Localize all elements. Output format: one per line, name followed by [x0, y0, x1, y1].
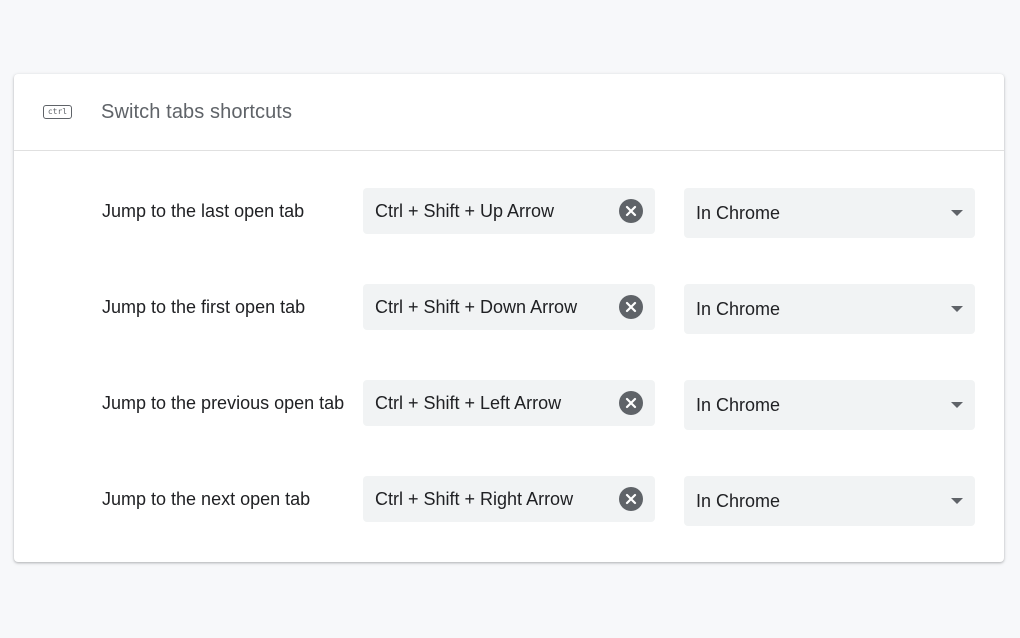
shortcut-keys: Ctrl + Shift + Left Arrow [375, 393, 562, 413]
shortcut-input[interactable]: Ctrl + Shift + Left Arrow [363, 380, 655, 426]
scope-dropdown[interactable]: In Chrome [684, 188, 975, 238]
shortcut-input[interactable]: Ctrl + Shift + Down Arrow [363, 284, 655, 330]
close-icon [625, 397, 637, 409]
shortcut-label: Jump to the next open tab [102, 489, 311, 509]
close-icon [625, 301, 637, 313]
shortcut-label: Jump to the last open tab [102, 201, 305, 221]
scope-dropdown[interactable]: In Chrome [684, 284, 975, 334]
scope-selected-value: In Chrome [696, 203, 781, 223]
chevron-down-icon [951, 402, 963, 408]
shortcut-label: Jump to the previous open tab [102, 393, 345, 413]
scope-selected-value: In Chrome [696, 491, 781, 511]
shortcut-keys: Ctrl + Shift + Right Arrow [375, 489, 574, 509]
clear-shortcut-button[interactable] [619, 199, 643, 223]
chevron-down-icon [951, 498, 963, 504]
chevron-down-icon [951, 306, 963, 312]
shortcuts-card: ctrl Switch tabs shortcuts Jump to the l… [14, 74, 1004, 562]
scope-selected-value: In Chrome [696, 395, 781, 415]
shortcut-row: Jump to the last open tab Ctrl + Shift +… [14, 188, 1004, 238]
shortcut-keys: Ctrl + Shift + Down Arrow [375, 297, 578, 317]
shortcut-input[interactable]: Ctrl + Shift + Right Arrow [363, 476, 655, 522]
shortcut-input[interactable]: Ctrl + Shift + Up Arrow [363, 188, 655, 234]
clear-shortcut-button[interactable] [619, 295, 643, 319]
shortcut-row: Jump to the previous open tab Ctrl + Shi… [14, 380, 1004, 430]
close-icon [625, 205, 637, 217]
section-title: Switch tabs shortcuts [101, 100, 293, 123]
shortcut-row: Jump to the next open tab Ctrl + Shift +… [14, 476, 1004, 526]
shortcut-label: Jump to the first open tab [102, 297, 306, 317]
shortcut-row: Jump to the first open tab Ctrl + Shift … [14, 284, 1004, 334]
clear-shortcut-button[interactable] [619, 487, 643, 511]
clear-shortcut-button[interactable] [619, 391, 643, 415]
shortcut-keys: Ctrl + Shift + Up Arrow [375, 201, 555, 221]
card-header: ctrl Switch tabs shortcuts [14, 74, 1004, 151]
scope-dropdown[interactable]: In Chrome [684, 380, 975, 430]
chevron-down-icon [951, 210, 963, 216]
scope-dropdown[interactable]: In Chrome [684, 476, 975, 526]
ctrl-key-icon: ctrl [43, 105, 72, 119]
close-icon [625, 493, 637, 505]
scope-selected-value: In Chrome [696, 299, 781, 319]
